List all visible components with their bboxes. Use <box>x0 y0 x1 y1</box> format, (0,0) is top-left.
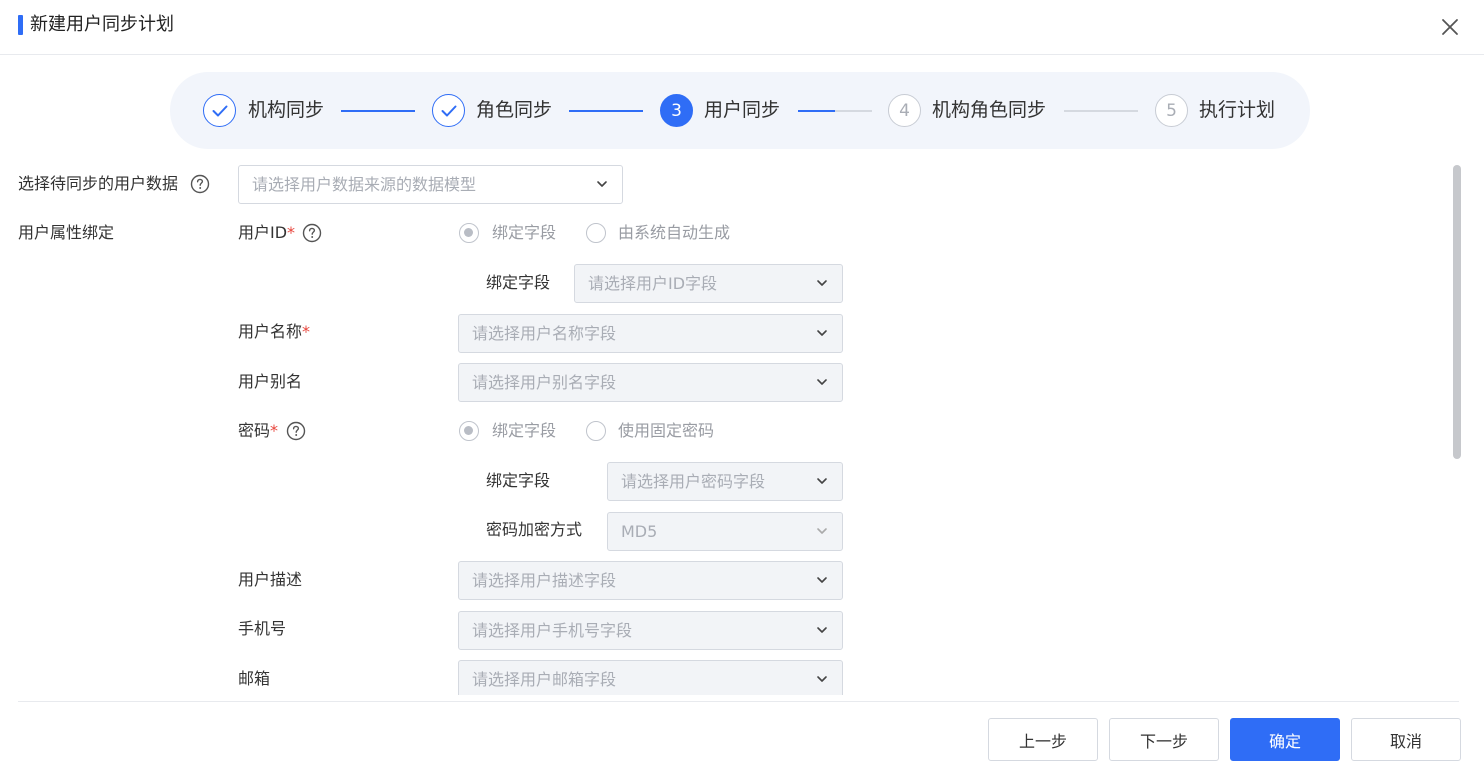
password-radio-bind[interactable] <box>459 421 479 441</box>
user-id-radio-bind-label: 绑定字段 <box>492 223 557 242</box>
step-2-check-icon <box>432 94 465 127</box>
chevron-down-icon <box>817 577 827 583</box>
user-alias-placeholder: 请选择用户别名字段 <box>472 373 617 392</box>
step-5-label: 执行计划 <box>1199 99 1276 121</box>
next-step-button[interactable]: 下一步 <box>1109 718 1219 761</box>
phone-placeholder: 请选择用户手机号字段 <box>472 621 633 640</box>
email-label: 邮箱 <box>238 669 271 688</box>
password-encrypt-select[interactable]: MD5 <box>607 512 843 551</box>
cancel-button[interactable]: 取消 <box>1351 718 1461 761</box>
dialog-header: 新建用户同步计划 <box>0 0 1484 55</box>
chevron-down-icon <box>817 627 827 633</box>
help-icon[interactable] <box>286 421 306 441</box>
title-accent-bar <box>18 15 23 35</box>
required-mark: * <box>270 421 279 440</box>
step-connector-1 <box>341 110 415 112</box>
password-encrypt-value: MD5 <box>621 522 658 541</box>
email-placeholder: 请选择用户邮箱字段 <box>472 670 617 689</box>
required-mark: * <box>302 322 311 341</box>
data-source-label: 选择待同步的用户数据 <box>18 174 179 193</box>
step-2-label: 角色同步 <box>476 99 553 121</box>
user-name-label: 用户名称* <box>238 322 310 342</box>
user-name-placeholder: 请选择用户名称字段 <box>472 324 617 343</box>
dialog-title: 新建用户同步计划 <box>30 14 174 35</box>
prev-step-button[interactable]: 上一步 <box>988 718 1098 761</box>
chevron-down-icon <box>817 478 827 484</box>
step-3-label: 用户同步 <box>704 99 781 121</box>
attr-binding-label: 用户属性绑定 <box>18 223 115 242</box>
password-field-placeholder: 请选择用户密码字段 <box>621 472 766 491</box>
chevron-down-icon <box>817 330 827 336</box>
step-5-number: 5 <box>1155 94 1188 127</box>
confirm-button[interactable]: 确定 <box>1230 718 1340 761</box>
user-id-radio-auto-label: 由系统自动生成 <box>618 223 731 242</box>
user-id-label-text: 用户ID <box>238 223 288 242</box>
chevron-down-icon <box>597 181 607 187</box>
user-name-select[interactable]: 请选择用户名称字段 <box>458 314 843 353</box>
password-label: 密码* <box>238 421 278 441</box>
user-alias-select[interactable]: 请选择用户别名字段 <box>458 363 843 402</box>
user-id-label: 用户ID* <box>238 223 295 243</box>
password-label-text: 密码 <box>238 421 271 440</box>
chevron-down-icon <box>817 676 827 682</box>
step-connector-2 <box>569 110 643 112</box>
password-radio-fixed-label: 使用固定密码 <box>618 421 715 440</box>
user-desc-select[interactable]: 请选择用户描述字段 <box>458 561 843 600</box>
password-radio-bind-label: 绑定字段 <box>492 421 557 440</box>
step-connector-4 <box>1064 110 1138 112</box>
step-4-number: 4 <box>888 94 921 127</box>
password-encrypt-label: 密码加密方式 <box>486 520 583 539</box>
password-bind-label: 绑定字段 <box>486 471 551 490</box>
step-1-label: 机构同步 <box>248 99 325 121</box>
step-connector-3-progress <box>798 110 835 112</box>
phone-select[interactable]: 请选择用户手机号字段 <box>458 611 843 650</box>
form-content: 选择待同步的用户数据 请选择用户数据来源的数据模型 用户属性绑定 用户ID* 绑… <box>0 150 1484 695</box>
close-icon[interactable] <box>1438 15 1462 39</box>
user-id-radio-auto[interactable] <box>586 223 606 243</box>
chevron-down-icon <box>817 528 827 534</box>
help-icon[interactable] <box>190 174 210 194</box>
footer-divider <box>18 701 1459 702</box>
user-desc-placeholder: 请选择用户描述字段 <box>472 571 617 590</box>
step-3-number: 3 <box>660 94 693 127</box>
chevron-down-icon <box>817 379 827 385</box>
stepper: 机构同步 角色同步 3 用户同步 4 机构角色同步 5 执行计划 <box>170 72 1310 149</box>
user-name-label-text: 用户名称 <box>238 322 303 341</box>
user-id-field-select[interactable]: 请选择用户ID字段 <box>574 264 843 303</box>
data-source-select[interactable]: 请选择用户数据来源的数据模型 <box>238 165 623 204</box>
email-select[interactable]: 请选择用户邮箱字段 <box>458 660 843 695</box>
user-id-field-placeholder: 请选择用户ID字段 <box>588 274 718 293</box>
user-id-bind-label: 绑定字段 <box>486 273 551 292</box>
chevron-down-icon <box>817 280 827 286</box>
user-desc-label: 用户描述 <box>238 570 303 589</box>
password-radio-fixed[interactable] <box>586 421 606 441</box>
step-4-label: 机构角色同步 <box>932 99 1047 121</box>
data-source-placeholder: 请选择用户数据来源的数据模型 <box>252 175 477 194</box>
password-field-select[interactable]: 请选择用户密码字段 <box>607 462 843 501</box>
help-icon[interactable] <box>302 223 322 243</box>
phone-label: 手机号 <box>238 619 287 638</box>
required-mark: * <box>287 223 296 242</box>
user-id-radio-bind[interactable] <box>459 223 479 243</box>
step-1-check-icon <box>203 94 236 127</box>
user-alias-label: 用户别名 <box>238 372 303 391</box>
